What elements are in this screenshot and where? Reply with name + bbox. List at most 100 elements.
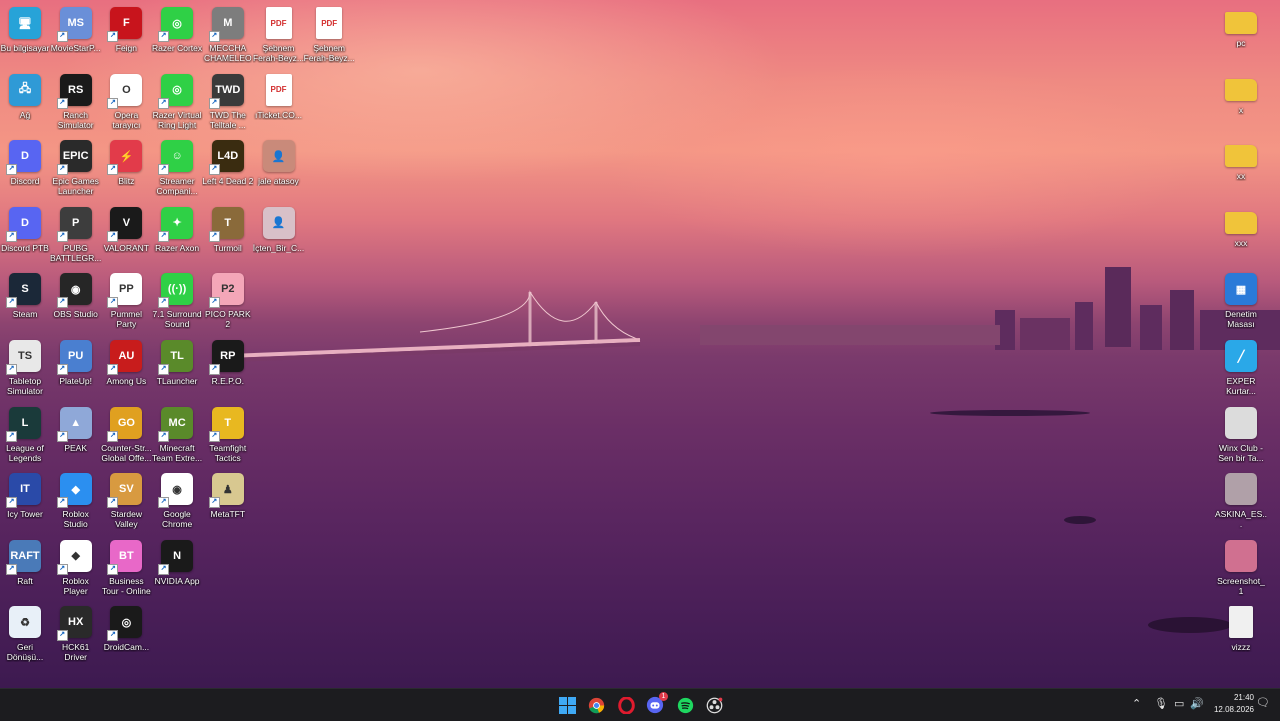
desktop-icon[interactable]: ◆ ↗ Roblox Player [51, 537, 101, 603]
desktop-icon[interactable]: V ↗ VALORANT [101, 204, 151, 270]
desktop-icon[interactable]: ⚡ ↗ Blitz [101, 137, 151, 203]
desktop-icon[interactable]: PDF ıTicket.CO... [254, 71, 304, 137]
desktop-wallpaper: 🖥 Bu bilgisayar 🖧 Ağ D ↗ Discord D ↗ Discord PTB S… [0, 0, 1280, 688]
desktop-icon[interactable]: xx [1216, 137, 1266, 203]
taskbar-discord[interactable]: 1 [645, 692, 668, 715]
desktop-icon[interactable]: L4D ↗ Left 4 Dead 2 [202, 137, 253, 203]
desktop-icon[interactable]: RS ↗ Ranch Simulator [51, 71, 101, 137]
volume-icon[interactable]: 🔊 [1190, 697, 1204, 710]
desktop-icon[interactable]: D ↗ Discord PTB [0, 204, 50, 270]
desktop-icon[interactable]: Winx Club - Sen bir Ta... [1216, 404, 1266, 470]
desktop-icon[interactable]: ☺ ↗ Streamer Compani... [152, 137, 202, 203]
desktop-icon[interactable]: BT↗Business Tour - Online M... [101, 537, 151, 603]
microphone-icon[interactable]: 🎙 [1154, 697, 1168, 710]
shortcut-arrow-icon: ↗ [208, 430, 220, 442]
start-button[interactable] [557, 695, 577, 715]
network-icon[interactable]: ▭ [1174, 697, 1184, 710]
icon-glyph: AU [118, 350, 135, 362]
desktop-icon[interactable]: ◉ ↗ Google Chrome [152, 470, 202, 536]
desktop-icon-label: Turmoil [213, 242, 242, 253]
icon-glyph: 🖧 [18, 83, 32, 96]
taskbar-spotify[interactable] [675, 695, 695, 715]
shortcut-arrow-icon: ↗ [56, 31, 68, 42]
desktop-icon[interactable]: PP ↗ Pummel Party [101, 270, 151, 336]
desktop-icon[interactable]: ♻ Geri Dönüşü... [0, 603, 50, 669]
desktop-icon[interactable]: ◎ ↗ Razer Virtual Ring Light [152, 71, 202, 137]
opera-icon [617, 696, 635, 714]
desktop-icon[interactable]: O ↗ Opera tarayıcı [101, 71, 151, 137]
desktop-icon[interactable]: Screenshot_1 [1216, 537, 1266, 603]
pico-park-icon: P2 ↗ [208, 273, 244, 309]
left4dead2-icon: L4D ↗ [208, 140, 244, 176]
desktop-icon[interactable]: ▲ ↗ PEAK [51, 404, 101, 470]
desktop-icon[interactable]: MC ↗ Minecraft Team Extre... [152, 404, 202, 470]
desktop-icon[interactable]: ╱ EXPER Kurtar... [1216, 337, 1266, 403]
desktop-icon[interactable]: x [1216, 71, 1266, 137]
desktop-icon[interactable]: 👤 jale atasoy [254, 137, 304, 203]
among-us-icon: AU ↗ [107, 340, 143, 375]
desktop-icon[interactable]: vizzz [1216, 603, 1266, 669]
chevron-up-icon[interactable]: ⌃ [1132, 697, 1141, 710]
desktop-icon[interactable]: ASKINA_ES... [1215, 470, 1267, 536]
icon-glyph: ◉ [172, 483, 182, 496]
notification-icon[interactable]: 🗨 [1256, 696, 1270, 709]
desktop-icon[interactable]: ♟ ↗ MetaTFT [203, 470, 253, 536]
desktop-icon[interactable]: D ↗ Discord [0, 137, 50, 203]
desktop-icon[interactable]: MS ↗ MovieStarP... [51, 4, 101, 70]
desktop-icon[interactable]: pc [1216, 4, 1266, 70]
desktop-icon[interactable]: SV ↗ Stardew Valley [101, 470, 151, 536]
steam-icon: S ↗ [6, 273, 41, 309]
icon-glyph: ✦ [172, 217, 182, 230]
desktop-icon[interactable]: N ↗ NVIDIA App [152, 537, 202, 603]
desktop-icon[interactable]: T ↗ Teamfight Tactics [203, 404, 253, 470]
desktop-icon[interactable]: P2 ↗ PICO PARK 2 [203, 270, 253, 336]
meccha-chameleon-icon: M ↗ [208, 7, 244, 42]
desktop-icon[interactable]: PDF Şebnem Ferah-Beyz... [304, 4, 355, 70]
taskbar-chrome[interactable] [586, 695, 606, 715]
desktop-icon[interactable]: ◎ ↗ DroidCam... [101, 603, 151, 669]
desktop-icon[interactable]: ◆ ↗ Roblox Studio [51, 470, 101, 536]
desktop-icon[interactable]: HX ↗ HCK61 Driver [51, 603, 101, 669]
desktop-icon[interactable]: ✦ ↗ Razer Axon [152, 204, 202, 270]
desktop-icon[interactable]: T ↗ Turmoil [203, 204, 253, 270]
desktop-icon[interactable]: PDF Şebnem Ferah-Beyz... [253, 4, 304, 70]
desktop-icon[interactable]: xxx [1216, 204, 1266, 270]
plateup-icon: PU ↗ [56, 340, 92, 375]
desktop-icon[interactable]: GO ↗ Counter-Str... Global Offe... [101, 404, 152, 470]
tlauncher-icon: TL ↗ [158, 340, 194, 375]
desktop-icon[interactable]: AU ↗ Among Us [101, 337, 151, 403]
desktop-icon[interactable]: TS ↗ Tabletop Simulator [0, 337, 50, 403]
desktop-icon[interactable]: 🖧 Ağ [0, 71, 50, 137]
desktop-icon[interactable]: ((·)) ↗ 7.1 Surround Sound [152, 270, 202, 336]
icon-glyph: ☺ [171, 150, 183, 163]
desktop-icon[interactable]: 🖥 Bu bilgisayar [0, 4, 50, 70]
desktop-icon[interactable]: RAFT ↗ Raft [0, 537, 50, 603]
desktop-icon[interactable]: 👤 İçten_Bir_C... [253, 204, 304, 270]
desktop-icon[interactable]: PU ↗ PlateUp! [51, 337, 101, 403]
desktop-icon[interactable]: S ↗ Steam [0, 270, 50, 336]
taskbar-obs[interactable] [704, 695, 724, 715]
desktop-icon-label: HCK61 Driver [61, 642, 90, 663]
desktop-icon[interactable]: L ↗ League of Legends [0, 404, 50, 470]
desktop-icon[interactable]: ◉ ↗ OBS Studio [51, 270, 101, 336]
desktop-icon[interactable]: EPIC ↗ Epic Games Launcher [51, 137, 101, 203]
desktop-icon[interactable]: ▦ Denetim Masası [1216, 270, 1266, 336]
desktop-icon-label: Among Us [106, 376, 147, 386]
desktop-icon[interactable]: TL ↗ TLauncher [152, 337, 202, 403]
desktop-icon-label: Google Chrome [161, 509, 193, 530]
desktop-icon[interactable]: TWD ↗ TWD The Telltale ... [203, 71, 253, 137]
desktop-icon[interactable]: ◎ ↗ Razer Cortex [152, 4, 202, 70]
business-tour-icon: BT ↗ [107, 539, 143, 575]
desktop-icon[interactable]: RP ↗ R.E.P.O. [203, 337, 253, 403]
icon-glyph: 🖥 [18, 17, 32, 30]
desktop-icon[interactable]: F ↗ Feign [101, 4, 151, 70]
icon-glyph: ◆ [71, 483, 80, 496]
system-clock[interactable]: 21:40 12.08.2026 [1214, 692, 1254, 716]
ranch-simulator-icon: RS ↗ [56, 73, 92, 109]
desktop-icon[interactable]: P ↗ PUBG BATTLEGR... [50, 204, 101, 270]
shortcut-arrow-icon: ↗ [107, 31, 119, 42]
desktop-icon[interactable]: M↗MECCHA CHAMELEON [203, 4, 253, 70]
desktop-icon-label: x [1238, 104, 1244, 115]
taskbar-opera[interactable] [616, 695, 636, 715]
desktop-icon[interactable]: IT ↗ Icy Tower [0, 470, 50, 536]
